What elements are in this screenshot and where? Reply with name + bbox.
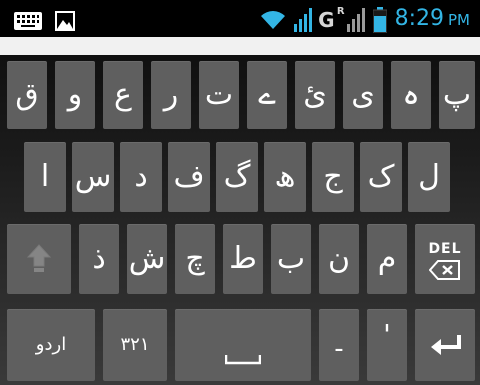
- image-icon: [54, 10, 76, 32]
- space-key[interactable]: [175, 309, 311, 381]
- key-te[interactable]: ت: [199, 61, 239, 129]
- status-bar: GR 8:29 PM: [0, 0, 480, 37]
- dash-key[interactable]: -: [319, 309, 359, 381]
- key-che[interactable]: چ: [175, 224, 215, 294]
- key-ain[interactable]: ع: [103, 61, 143, 129]
- key-toe[interactable]: ط: [223, 224, 263, 294]
- delete-label: DEL: [428, 241, 462, 257]
- apostrophe-key[interactable]: ': [367, 309, 407, 381]
- key-gol-he[interactable]: ہ: [391, 61, 431, 129]
- app-content-strip: [0, 37, 480, 55]
- key-sheen[interactable]: ش: [127, 224, 167, 294]
- signal-icon: GR: [294, 5, 365, 32]
- language-switch-key[interactable]: اردو: [7, 309, 95, 381]
- enter-icon: [429, 333, 463, 357]
- key-qaf[interactable]: ق: [7, 61, 47, 129]
- shift-icon: [27, 244, 51, 274]
- key-kaf[interactable]: ک: [360, 142, 402, 212]
- key-pe[interactable]: پ: [439, 61, 475, 129]
- key-seen[interactable]: س: [72, 142, 114, 212]
- key-do-chashmi-he[interactable]: ھ: [264, 142, 306, 212]
- keyboard-icon: [14, 12, 42, 30]
- clock: 8:29 PM: [394, 6, 470, 31]
- key-dal[interactable]: د: [120, 142, 162, 212]
- numbers-switch-key[interactable]: ۳۲۱: [103, 309, 167, 381]
- key-be[interactable]: ب: [271, 224, 311, 294]
- battery-icon: [372, 6, 387, 33]
- delete-key[interactable]: DEL: [415, 224, 475, 294]
- key-bari-ye[interactable]: ے: [247, 61, 287, 129]
- key-alif[interactable]: ا: [24, 142, 66, 212]
- key-re[interactable]: ر: [151, 61, 191, 129]
- key-zal[interactable]: ذ: [79, 224, 119, 294]
- space-icon: [225, 355, 261, 365]
- enter-key[interactable]: [415, 309, 475, 381]
- key-ye[interactable]: ی: [343, 61, 383, 129]
- backspace-icon: [429, 260, 461, 280]
- key-gaf[interactable]: گ: [216, 142, 258, 212]
- urdu-keyboard: ق و ع ر ت ے ئ ی ہ پ ا س د ف گ ھ ج ک ل ذ …: [0, 55, 480, 385]
- key-fe[interactable]: ف: [168, 142, 210, 212]
- network-type-label: GR: [318, 5, 345, 32]
- key-meem[interactable]: م: [367, 224, 407, 294]
- key-hamza-ye[interactable]: ئ: [295, 61, 335, 129]
- key-jeem[interactable]: ج: [312, 142, 354, 212]
- shift-key[interactable]: [7, 224, 71, 294]
- key-noon[interactable]: ن: [319, 224, 359, 294]
- key-lam[interactable]: ل: [408, 142, 450, 212]
- wifi-icon: [260, 10, 286, 30]
- key-waw[interactable]: و: [55, 61, 95, 129]
